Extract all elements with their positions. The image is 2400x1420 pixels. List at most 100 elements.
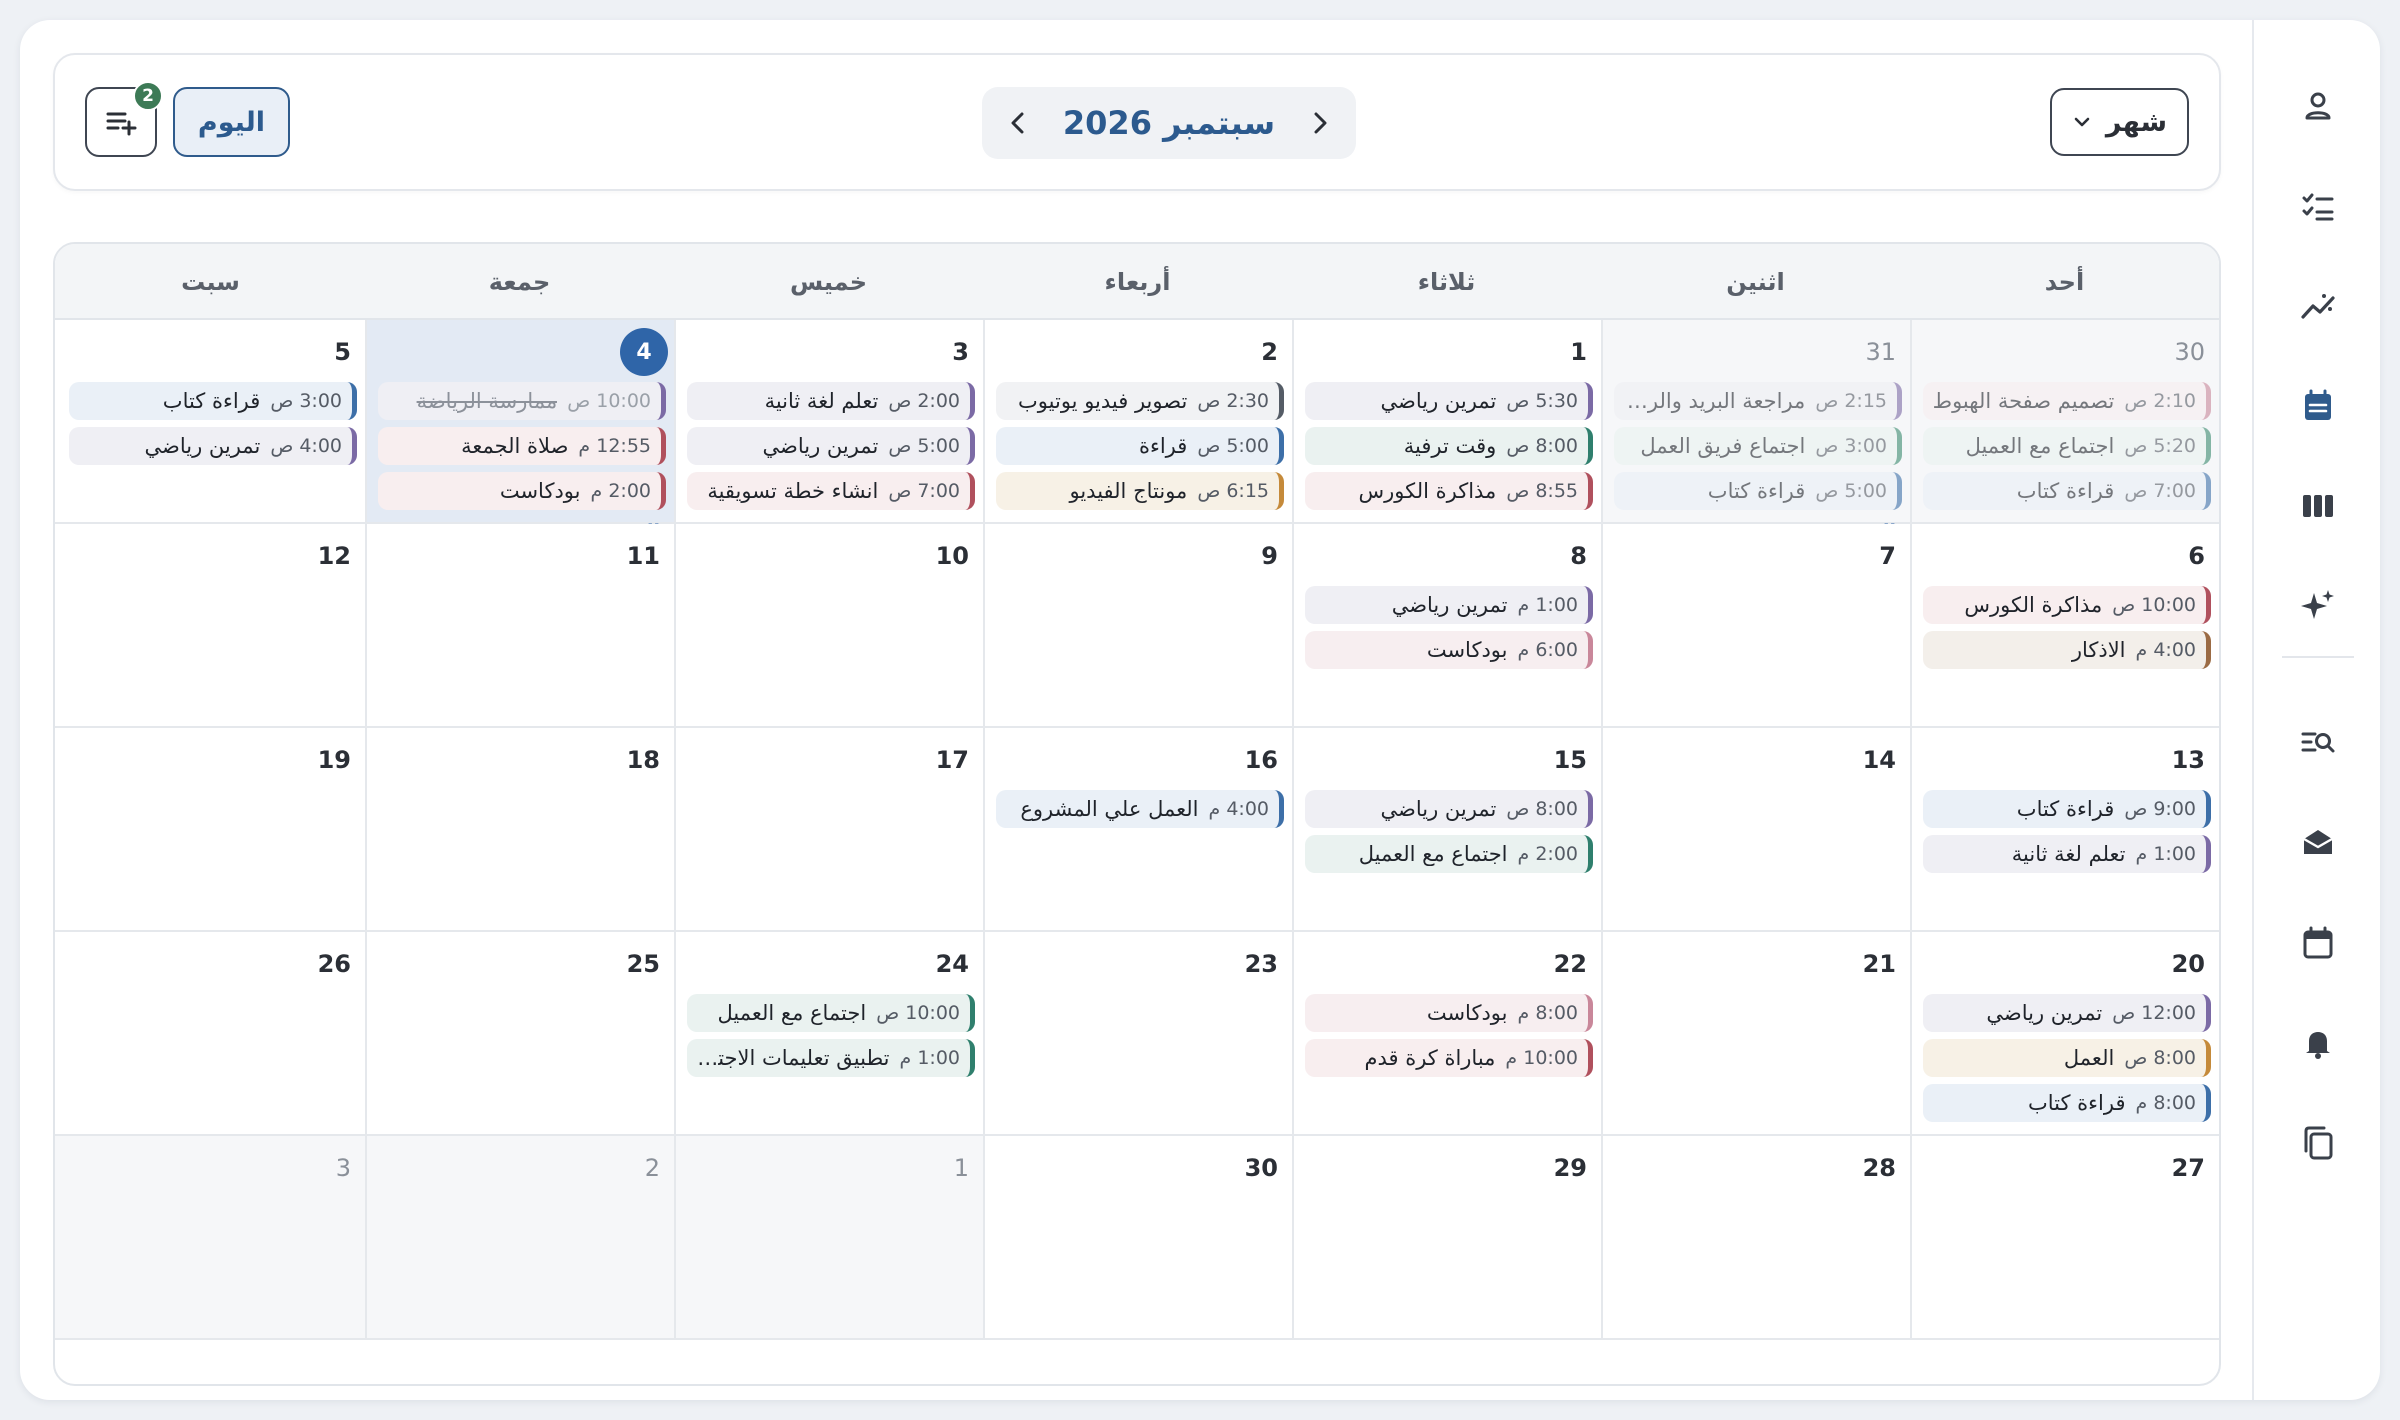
view-select[interactable]: شهر <box>2050 88 2189 156</box>
calendar-event[interactable]: 8:00 م بودكاست <box>1305 994 1593 1032</box>
day-cell[interactable]: 30 <box>983 1136 1292 1340</box>
sidebar-ai[interactable] <box>2288 576 2348 636</box>
day-cell[interactable]: 26 <box>55 932 365 1136</box>
day-cell[interactable]: 21 <box>1601 932 1910 1136</box>
calendar-event[interactable]: 5:00 ص قراءة <box>996 427 1284 465</box>
sidebar-tasks[interactable] <box>2288 176 2348 236</box>
calendar-event[interactable]: 8:00 ص العمل <box>1923 1039 2211 1077</box>
calendar-event[interactable]: 2:00 ص تعلم لغة ثانية <box>687 382 975 420</box>
calendar-event[interactable]: 8:00 م قراءة كتاب <box>1923 1084 2211 1122</box>
sidebar-analytics[interactable] <box>2288 276 2348 336</box>
calendar-event[interactable]: 8:55 ص مذاكرة الكورس <box>1305 472 1593 510</box>
day-cell[interactable]: 1 <box>674 1136 983 1340</box>
day-cell[interactable]: 8 1:00 م تمرين رياضي 6:00 م بودكاست <box>1292 524 1601 728</box>
calendar-event[interactable]: 10:00 ص مذاكرة الكورس <box>1923 586 2211 624</box>
day-cell[interactable]: 3 <box>55 1136 365 1340</box>
calendar-event[interactable]: 5:00 ص قراءة كتاب <box>1614 472 1902 510</box>
event-title: مذاكرة الكورس <box>1964 593 2103 617</box>
sidebar-copy[interactable] <box>2288 1113 2348 1173</box>
day-number: 23 <box>1244 950 1278 978</box>
day-cell[interactable]: 22 8:00 م بودكاست 10:00 م مباراة كرة قدم <box>1292 932 1601 1136</box>
day-cell[interactable]: 28 <box>1601 1136 1910 1340</box>
event-title: اجتماع فريق العمل <box>1640 434 1806 458</box>
sidebar-notifications[interactable] <box>2288 1013 2348 1073</box>
day-cell[interactable]: 5 3:00 ص قراءة كتاب 4:00 ص تمرين رياضي <box>55 320 365 524</box>
calendar-event[interactable]: 9:00 ص قراءة كتاب <box>1923 790 2211 828</box>
day-cell[interactable]: 17 <box>674 728 983 932</box>
day-cell[interactable]: 23 <box>983 932 1292 1136</box>
day-cell[interactable]: 7 <box>1601 524 1910 728</box>
day-cell[interactable]: 9 <box>983 524 1292 728</box>
sidebar-board[interactable] <box>2288 476 2348 536</box>
previous-month-button[interactable] <box>1294 97 1346 149</box>
calendar-event[interactable]: 2:15 ص مراجعة البريد والرسائل <box>1614 382 1902 420</box>
day-cell[interactable]: 31 2:15 ص مراجعة البريد والرسائل 3:00 ص اجتم… <box>1601 320 1910 543</box>
day-cell[interactable]: 30 2:10 ص تصميم صفحة الهبوط 5:20 ص اجتماع مع… <box>1910 320 2219 524</box>
next-month-button[interactable] <box>992 97 1044 149</box>
calendar-event[interactable]: 2:30 ص تصوير فيديو يوتيوب <box>996 382 1284 420</box>
calendar-event[interactable]: 7:00 ص انشاء خطة تسويقية <box>687 472 975 510</box>
day-cell[interactable]: 16 4:00 م العمل علي المشروع <box>983 728 1292 932</box>
calendar-event[interactable]: 2:00 م اجتماع مع العميل <box>1305 835 1593 873</box>
calendar-event[interactable]: 5:20 ص اجتماع مع العميل <box>1923 427 2211 465</box>
day-cell[interactable]: 11 <box>365 524 674 728</box>
day-number: 7 <box>1879 542 1896 570</box>
event-time: 2:15 ص <box>1815 390 1887 412</box>
calendar-event[interactable]: 8:00 ص وقت ترفية <box>1305 427 1593 465</box>
day-cell[interactable]: 27 <box>1910 1136 2219 1340</box>
calendar-event[interactable]: 2:00 م بودكاست <box>378 472 666 510</box>
day-cell[interactable]: 20 12:00 ص تمرين رياضي 8:00 ص العمل 8:00 م قرا… <box>1910 932 2219 1136</box>
event-time: 2:30 ص <box>1197 390 1269 412</box>
event-title: قراءة <box>1138 434 1188 458</box>
calendar-event[interactable]: 4:00 ص تمرين رياضي <box>69 427 357 465</box>
calendar-event[interactable]: 2:10 ص تصميم صفحة الهبوط <box>1923 382 2211 420</box>
day-cell[interactable]: 19 <box>55 728 365 932</box>
calendar-event[interactable]: 1:00 م تعلم لغة ثانية <box>1923 835 2211 873</box>
calendar-event[interactable]: 4:00 م الاذكار <box>1923 631 2211 669</box>
calendar-event[interactable]: 6:15 ص مونتاج الفيديو <box>996 472 1284 510</box>
calendar-event[interactable]: 12:00 ص تمرين رياضي <box>1923 994 2211 1032</box>
sidebar-profile[interactable] <box>2288 76 2348 136</box>
calendar-event[interactable]: 5:00 ص تمرين رياضي <box>687 427 975 465</box>
day-cell[interactable]: 3 2:00 ص تعلم لغة ثانية 5:00 ص تمرين رياضي 7:… <box>674 320 983 524</box>
calendar-event[interactable]: 10:00 م مباراة كرة قدم <box>1305 1039 1593 1077</box>
event-title: قراءة كتاب <box>1707 479 1806 503</box>
day-cell[interactable]: 29 <box>1292 1136 1601 1340</box>
event-time: 8:00 ص <box>2124 1047 2196 1069</box>
calendar-event[interactable]: 1:00 م تمرين رياضي <box>1305 586 1593 624</box>
calendar-event[interactable]: 3:00 ص اجتماع فريق العمل <box>1614 427 1902 465</box>
day-cell[interactable]: 10 <box>674 524 983 728</box>
sidebar-inbox[interactable] <box>2288 813 2348 873</box>
calendar-event[interactable]: 4:00 م العمل علي المشروع <box>996 790 1284 828</box>
day-cell[interactable]: 15 8:00 ص تمرين رياضي 2:00 م اجتماع مع العمي… <box>1292 728 1601 932</box>
day-cell[interactable]: 2 <box>365 1136 674 1340</box>
event-title: تعلم لغة ثانية <box>764 389 879 413</box>
sidebar-calendar[interactable] <box>2288 913 2348 973</box>
day-cell[interactable]: 13 9:00 ص قراءة كتاب 1:00 م تعلم لغة ثانية <box>1910 728 2219 932</box>
day-cell[interactable]: 14 <box>1601 728 1910 932</box>
calendar-event[interactable]: 12:55 م صلاة الجمعة <box>378 427 666 465</box>
day-number: 13 <box>2171 746 2205 774</box>
day-cell[interactable]: 4 10:00 ص ممارسة الرياضة 12:55 م صلاة الجمعة… <box>365 320 674 543</box>
weekday-label: ثلاثاء <box>1417 268 1476 296</box>
calendar-event[interactable]: 10:00 ص اجتماع مع العميل <box>687 994 975 1032</box>
calendar-event[interactable]: 10:00 ص ممارسة الرياضة <box>378 382 666 420</box>
day-cell[interactable]: 1 5:30 ص تمرين رياضي 8:00 ص وقت ترفية 8:55 ص م… <box>1292 320 1601 524</box>
calendar-event[interactable]: 6:00 م بودكاست <box>1305 631 1593 669</box>
day-cell[interactable]: 24 10:00 ص اجتماع مع العميل 1:00 م تطبيق تعل… <box>674 932 983 1136</box>
day-cell[interactable]: 25 <box>365 932 674 1136</box>
day-cell[interactable]: 18 <box>365 728 674 932</box>
calendar-event[interactable]: 8:00 ص تمرين رياضي <box>1305 790 1593 828</box>
sidebar-search[interactable] <box>2288 713 2348 773</box>
day-cell[interactable]: 12 <box>55 524 365 728</box>
day-cell[interactable]: 2 2:30 ص تصوير فيديو يوتيوب 5:00 ص قراءة 6:15… <box>983 320 1292 524</box>
calendar-event[interactable]: 3:00 ص قراءة كتاب <box>69 382 357 420</box>
sidebar-calendar-notes[interactable] <box>2288 376 2348 436</box>
day-number: 9 <box>1261 542 1278 570</box>
calendar-event[interactable]: 5:30 ص تمرين رياضي <box>1305 382 1593 420</box>
calendar-event[interactable]: 1:00 م تطبيق تعليمات الاجتماع <box>687 1039 975 1077</box>
day-cell[interactable]: 6 10:00 ص مذاكرة الكورس 4:00 م الاذكار <box>1910 524 2219 728</box>
calendar-event[interactable]: 7:00 ص قراءة كتاب <box>1923 472 2211 510</box>
event-time: 4:00 م <box>2135 639 2196 661</box>
today-button[interactable]: اليوم <box>173 87 290 157</box>
